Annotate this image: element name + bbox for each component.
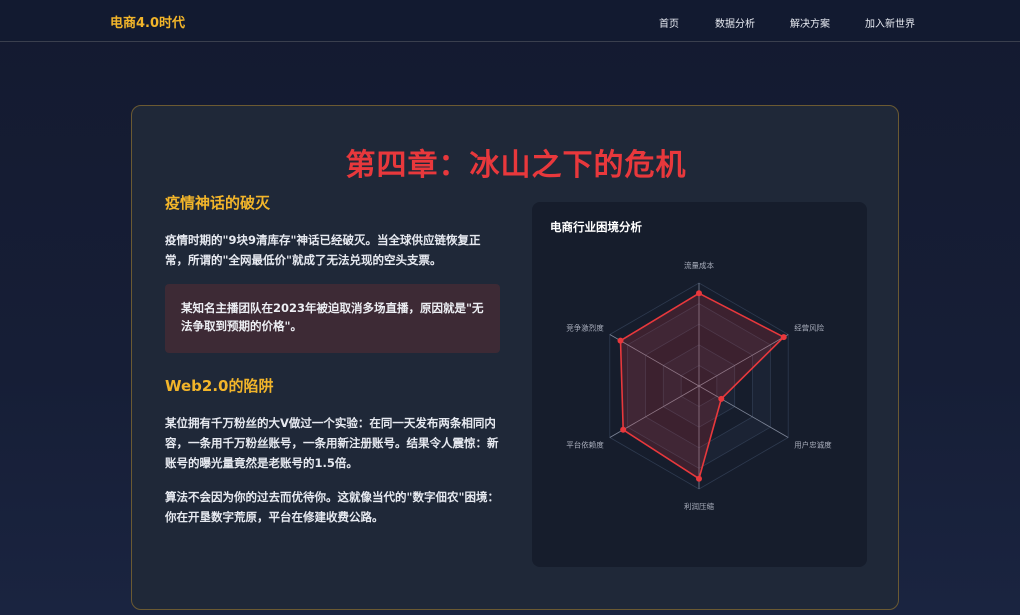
radar-axis-label: 利润压缩 xyxy=(684,501,714,511)
quote-text: 某知名主播团队在2023年被迫取消多场直播，原因就是"无法争取到预期的价格"。 xyxy=(181,301,484,333)
section-heading-pandemic: 疫情神话的破灭 xyxy=(165,194,271,212)
radar-axis-label: 竞争激烈度 xyxy=(566,323,604,333)
paragraph-pandemic: 疫情时期的"9块9清库存"神话已经破灭。当全球供应链恢复正常，所谓的"全网最低价… xyxy=(165,233,481,267)
radar-data-point xyxy=(617,337,624,344)
radar-axis-label: 用户忠诚度 xyxy=(794,440,832,450)
radar-chart: 流量成本经营风险用户忠诚度利润压缩 平台依赖度 竞争激烈度 xyxy=(566,260,832,511)
chapter-title: 第四章：冰山之下的危机 xyxy=(345,148,687,183)
paragraph-algorithm: 算法不会因为你的过去而优待你。这就像当代的"数字佃农"困境：你在开垦数字荒原，平… xyxy=(165,490,499,524)
chapter-card: 第四章：冰山之下的危机 疫情神话的破灭 疫情时期的"9块9清库存"神话已经破灭。… xyxy=(131,105,899,610)
radar-data-point xyxy=(718,395,725,402)
section-heading-web2: Web2.0的陷阱 xyxy=(165,377,274,395)
radar-axis-label: 流量成本 xyxy=(684,260,714,270)
radar-chart-panel: 电商行业困境分析 流量成本 经营风险 用户忠诚度 利润压缩 平台依赖度 竞争激烈度 xyxy=(532,202,867,567)
radar-data-point xyxy=(780,334,787,341)
radar-data-point xyxy=(620,426,627,433)
radar-data-point xyxy=(696,475,702,482)
nav-link-join[interactable]: 加入新世界 xyxy=(865,15,915,30)
radar-data-point xyxy=(696,290,702,297)
quote-box: 某知名主播团队在2023年被迫取消多场直播，原因就是"无法争取到预期的价格"。 xyxy=(165,284,500,353)
radar-axis-label: 平台依赖度 xyxy=(566,440,604,450)
nav-link-solutions[interactable]: 解决方案 xyxy=(790,15,830,30)
paragraph-experiment: 某位拥有千万粉丝的大V做过一个实验：在同一天发布两条相同内容，一条用千万粉丝账号… xyxy=(165,416,499,470)
top-navbar: 电商4.0时代 首页 数据分析 解决方案 加入新世界 xyxy=(0,0,1020,42)
nav-link-data-analysis[interactable]: 数据分析 xyxy=(715,15,755,30)
radar-axis-label: 经营风险 xyxy=(794,323,824,333)
nav-links: 首页 数据分析 解决方案 加入新世界 xyxy=(0,15,1020,30)
nav-link-home[interactable]: 首页 xyxy=(659,15,679,30)
